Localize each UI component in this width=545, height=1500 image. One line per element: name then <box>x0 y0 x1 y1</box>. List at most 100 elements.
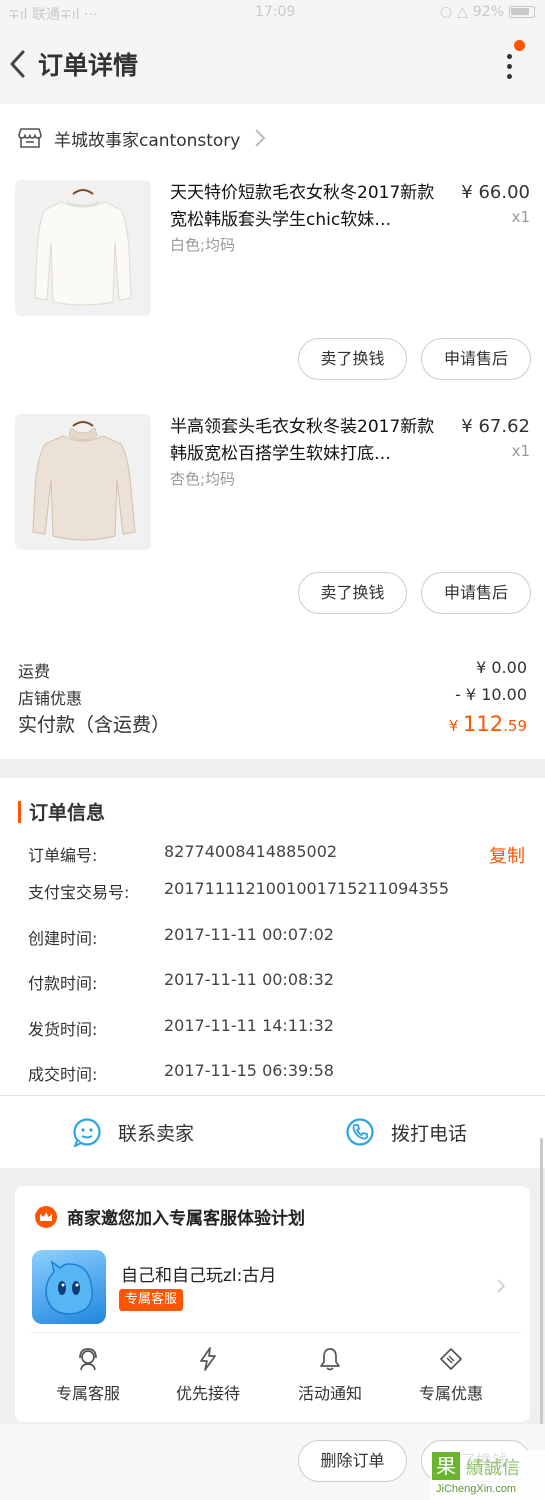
benefit-label: 专属优惠 <box>418 1384 483 1403</box>
order-info-section: 订单信息 订单编号: 82774008414885002 复制 支付宝交易号: … <box>0 778 545 1168</box>
product-spec: 杏色;均码 <box>170 470 236 488</box>
benefit-label: 专属客服 <box>55 1384 120 1403</box>
nav-bar: 订单详情 <box>0 26 545 104</box>
info-value: 2017-11-15 06:39:58 <box>164 1061 334 1080</box>
divider <box>30 1332 522 1333</box>
chevron-right-icon <box>255 129 266 147</box>
back-arrow-icon <box>10 50 25 78</box>
call-phone-label: 拨打电话 <box>391 1122 468 1145</box>
benefit-label: 活动通知 <box>297 1384 362 1403</box>
info-value: 82774008414885002 <box>164 842 338 861</box>
alarm-icon: △ <box>457 4 468 20</box>
contact-seller-button[interactable]: 联系卖家 <box>72 1096 194 1168</box>
alipay-number-row: 支付宝交易号: 2017111121001001715211094355 <box>28 879 527 903</box>
info-key: 订单编号: <box>28 846 98 865</box>
status-right: ○ △ 92% <box>440 4 535 20</box>
copy-button[interactable]: 复制 <box>489 842 525 868</box>
product-price: ¥ 66.00 <box>461 182 530 203</box>
watermark-logo: 果 績誠信 JiChengXin.com <box>430 1450 545 1500</box>
discount-label: 店铺优惠 <box>18 689 83 708</box>
info-key: 创建时间: <box>28 929 98 948</box>
call-phone-button[interactable]: 拨打电话 <box>345 1096 467 1168</box>
mascot-avatar-icon <box>45 1260 93 1315</box>
info-value: 2017-11-11 00:08:32 <box>164 970 334 989</box>
status-bar: ∓ıl 联通∓ıl ··· 17:09 ○ △ 92% <box>0 0 545 26</box>
back-button[interactable] <box>4 46 34 82</box>
product-price: ¥ 67.62 <box>461 416 530 437</box>
promo-title-row: 商家邀您加入专属客服体验计划 <box>35 1204 305 1229</box>
sell-for-cash-button[interactable]: 卖了换钱 <box>298 338 407 380</box>
info-key: 支付宝交易号: <box>28 883 130 902</box>
total-label: 实付款（含运费） <box>18 714 171 736</box>
product-spec: 白色;均码 <box>170 236 236 254</box>
product-image[interactable] <box>15 414 151 550</box>
order-number-row: 订单编号: 82774008414885002 复制 <box>28 842 527 868</box>
info-value: 2017111121001001715211094355 <box>164 879 450 898</box>
status-time: 17:09 <box>255 4 296 20</box>
scrollbar[interactable] <box>540 1138 543 1424</box>
delete-order-button[interactable]: 删除订单 <box>298 1440 407 1482</box>
store-row[interactable]: 羊城故事家cantonstory <box>18 124 266 152</box>
product-name[interactable]: 天天特价短款毛衣女秋冬2017新款宽松韩版套头学生chic软妹… <box>170 180 450 234</box>
chat-icon <box>73 1118 101 1147</box>
product-name[interactable]: 半高领套头毛衣女秋冬装2017新款韩版宽松百搭学生软妹打底… <box>170 414 450 468</box>
benefit-activity-notice[interactable]: 活动通知 <box>270 1346 390 1404</box>
coupon-icon <box>440 1348 462 1370</box>
more-button[interactable] <box>496 40 526 84</box>
benefit-priority-reception[interactable]: 优先接待 <box>148 1346 268 1404</box>
crown-icon <box>35 1205 57 1228</box>
sell-for-cash-button[interactable]: 卖了换钱 <box>298 572 407 614</box>
bell-icon <box>320 1348 340 1371</box>
shipping-row: 运费 ¥ 0.00 <box>18 658 527 682</box>
sweater-image <box>32 421 136 541</box>
completed-time-row: 成交时间: 2017-11-15 06:39:58 <box>28 1061 527 1085</box>
paid-time-row: 付款时间: 2017-11-11 00:08:32 <box>28 970 527 994</box>
product-quantity: x1 <box>511 442 530 460</box>
total-amount: ¥ 112.59 <box>449 712 527 736</box>
avatar[interactable] <box>32 1250 106 1324</box>
more-icon-dot <box>507 64 512 69</box>
benefit-exclusive-service[interactable]: 专属客服 <box>28 1346 148 1404</box>
battery-percent: 92% <box>472 4 504 20</box>
order-info-header: 订单信息 <box>18 798 105 825</box>
benefit-label: 优先接待 <box>175 1384 240 1403</box>
more-icon-dot <box>507 74 512 79</box>
phone-icon <box>346 1118 374 1146</box>
order-card: 羊城故事家cantonstory 天天特价短款毛衣女秋冬2017新款宽松韩版套头… <box>0 104 545 759</box>
battery-icon <box>509 6 535 18</box>
lightning-icon <box>200 1347 216 1371</box>
info-value: 2017-11-11 14:11:32 <box>164 1016 334 1035</box>
discount-row: 店铺优惠 - ¥ 10.00 <box>18 685 527 709</box>
info-key: 发货时间: <box>28 1020 98 1039</box>
product-image[interactable] <box>15 180 151 316</box>
store-icon <box>18 128 42 148</box>
watermark-text: JiChengXin.com <box>436 1483 517 1495</box>
order-info-title: 订单信息 <box>29 802 106 824</box>
more-icon <box>507 54 512 59</box>
service-user-name[interactable]: 自己和自己玩zl:古月 <box>121 1261 276 1286</box>
shipping-label: 运费 <box>18 662 51 681</box>
after-sales-button[interactable]: 申请售后 <box>421 572 531 614</box>
section-accent-bar <box>18 800 21 823</box>
after-sales-button[interactable]: 申请售后 <box>421 338 531 380</box>
created-time-row: 创建时间: 2017-11-11 00:07:02 <box>28 925 527 949</box>
info-key: 付款时间: <box>28 974 98 993</box>
info-key: 成交时间: <box>28 1065 98 1084</box>
total-currency: ¥ <box>448 717 464 735</box>
exclusive-service-card: 商家邀您加入专属客服体验计划 自己和自己玩zl:古月 专属客服 专属客服 优先接… <box>15 1186 530 1422</box>
customer-service-icon <box>79 1348 97 1371</box>
watermark-mark-icon: 果 <box>432 1452 460 1480</box>
total-decimal: .59 <box>503 717 527 735</box>
total-integer: 112 <box>463 712 504 736</box>
info-value: 2017-11-11 00:07:02 <box>164 925 334 944</box>
benefit-exclusive-discount[interactable]: 专属优惠 <box>391 1346 511 1404</box>
store-name: 羊城故事家cantonstory <box>54 130 241 151</box>
signal-indicator: ∓ıl 联通∓ıl ··· <box>8 7 98 23</box>
shipped-time-row: 发货时间: 2017-11-11 14:11:32 <box>28 1016 527 1040</box>
watermark-cn: 績誠信 <box>466 1458 520 1479</box>
chevron-right-icon[interactable] <box>496 1278 506 1294</box>
total-row: 实付款（含运费） ¥ 112.59 <box>18 710 527 737</box>
exclusive-service-tag: 专属客服 <box>119 1289 184 1311</box>
page-title: 订单详情 <box>38 51 139 80</box>
product-quantity: x1 <box>511 208 530 226</box>
